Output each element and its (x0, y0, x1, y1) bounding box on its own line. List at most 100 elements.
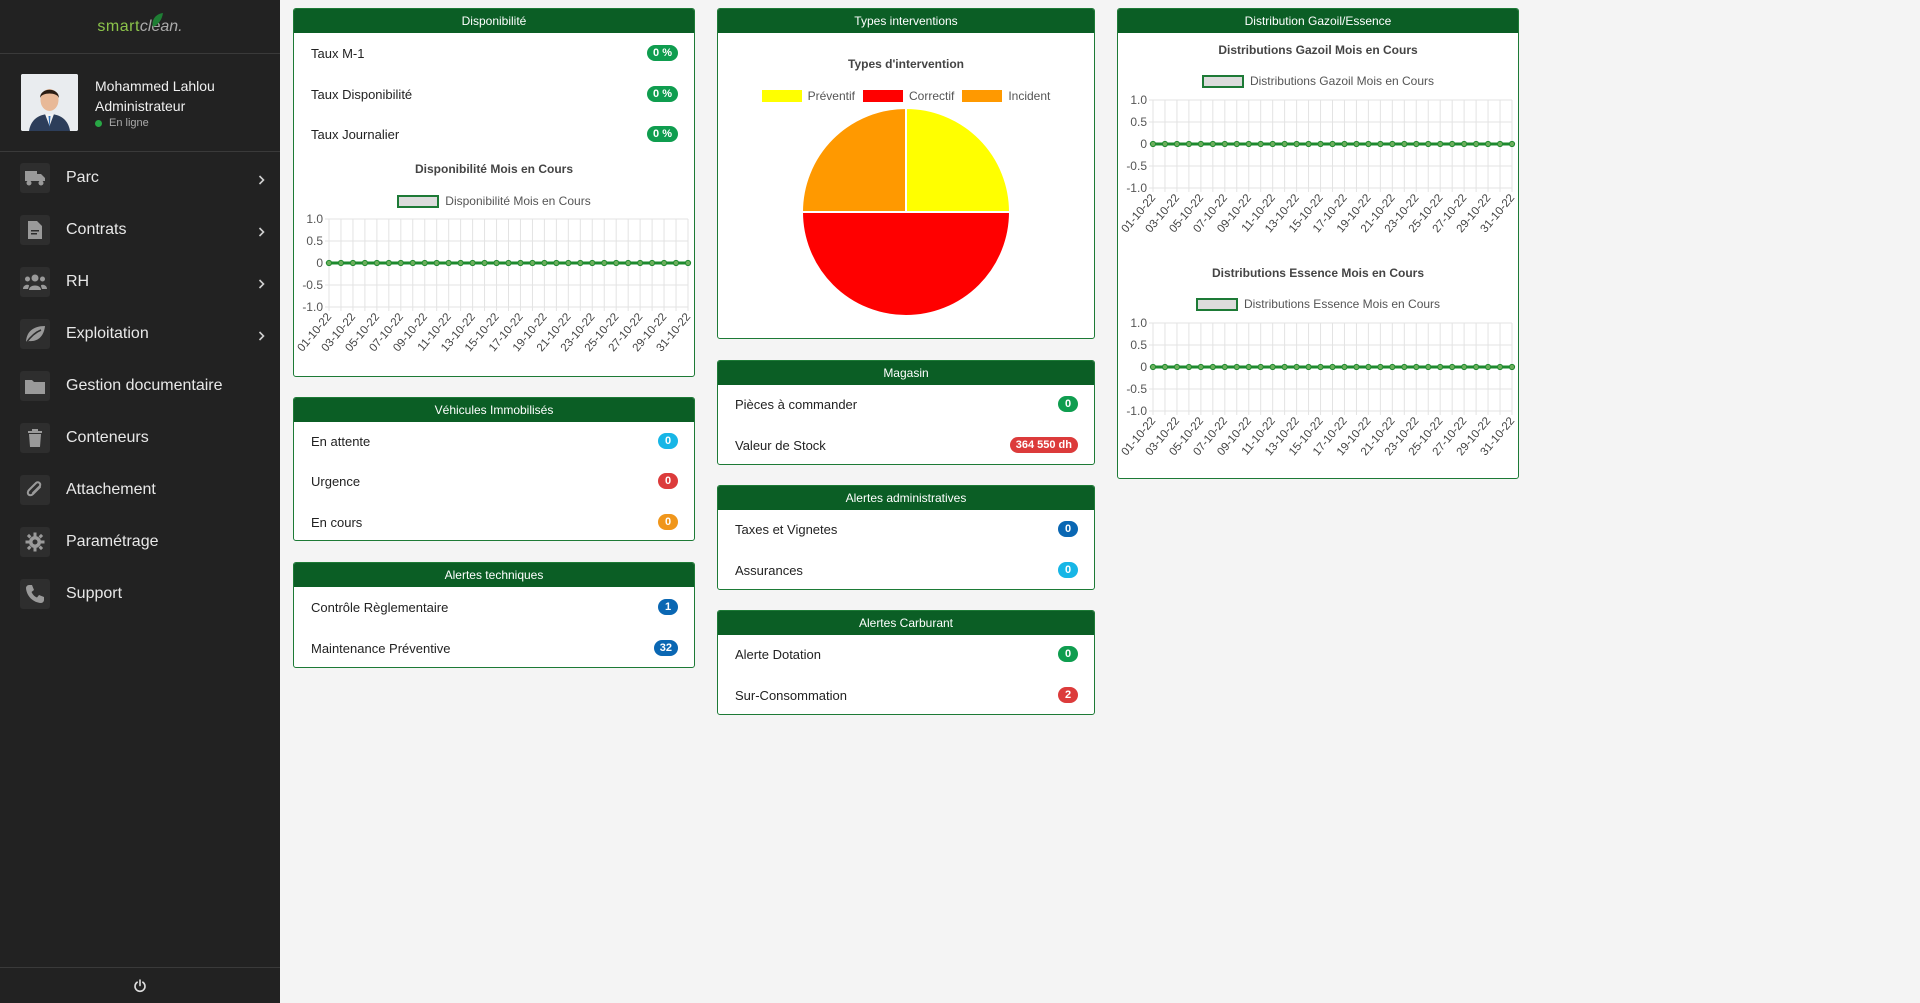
row-label: Contrôle Règlementaire (311, 599, 449, 615)
user-panel[interactable]: Mohammed Lahlou Administrateur En ligne (0, 54, 280, 152)
row-label: Taux Journalier (311, 126, 400, 142)
data-point (493, 259, 500, 267)
row-en-cours[interactable]: En cours 0 (311, 512, 678, 532)
row-maintenance-preventive[interactable]: Maintenance Préventive 32 (311, 638, 678, 658)
sidebar-item-parc[interactable]: Parc (0, 152, 280, 204)
pie-slice-incident[interactable] (800, 109, 907, 213)
legend-label: Disponibilité Mois en Cours (445, 194, 591, 208)
card-alertes-carburant: Alertes Carburant Alerte Dotation 0 Sur-… (717, 610, 1095, 715)
data-point (1461, 363, 1468, 371)
data-point (601, 259, 608, 267)
row-pieces-a-commander[interactable]: Pièces à commander 0 (735, 394, 1078, 414)
sidebar-item-label: Parc (66, 169, 99, 186)
user-role: Administrateur (95, 98, 186, 114)
app-logo[interactable]: smart clean. (0, 0, 280, 54)
sidebar-item-gestion-documentaire[interactable]: Gestion documentaire (0, 360, 280, 412)
data-point (1353, 363, 1360, 371)
chevron-right-icon (258, 224, 265, 242)
value-badge: 0 % (647, 86, 678, 102)
chart-title: Disponibilité Mois en Cours (414, 162, 573, 176)
data-point (1484, 363, 1492, 371)
pie-chart-title: Types d'intervention (848, 57, 964, 71)
legend-item-correctif[interactable]: Correctif (862, 89, 954, 103)
data-point (325, 259, 333, 267)
trash-icon (20, 423, 50, 453)
row-assurances[interactable]: Assurances 0 (735, 560, 1078, 580)
pie-slice-preventif[interactable] (905, 109, 1012, 213)
sidebar-item-rh[interactable]: RH (0, 256, 280, 308)
data-point (1473, 140, 1480, 148)
sidebar-item-param-trage[interactable]: Paramétrage (0, 516, 280, 568)
legend-item-preventif[interactable]: Préventif (761, 89, 855, 103)
data-point (421, 259, 428, 267)
data-point (1221, 363, 1228, 371)
data-point (637, 259, 644, 267)
avatar (21, 74, 78, 131)
data-point (1365, 140, 1372, 148)
data-point (1461, 140, 1468, 148)
data-point (1496, 140, 1504, 148)
data-point (684, 259, 692, 267)
data-point (1257, 140, 1264, 148)
sidebar-item-label: Attachement (66, 481, 156, 498)
sidebar-item-exploitation[interactable]: Exploitation (0, 308, 280, 360)
row-taxes-et-vignetes[interactable]: Taxes et Vignetes 0 (735, 519, 1078, 539)
data-point (1245, 140, 1252, 148)
row-controle-reglementaire[interactable]: Contrôle Règlementaire 1 (311, 597, 678, 617)
row-valeur-de-stock[interactable]: Valeur de Stock 364 550 dh (735, 435, 1078, 455)
legend-swatch (962, 90, 1003, 102)
y-tick-label: -0.5 (302, 278, 323, 292)
sidebar-item-attachement[interactable]: Attachement (0, 464, 280, 516)
data-point (1389, 363, 1396, 371)
data-point (1185, 140, 1193, 148)
y-tick-label: 1.0 (1130, 316, 1147, 330)
value-badge: 0 (1058, 562, 1078, 578)
truck-icon (20, 163, 50, 193)
data-point (541, 259, 548, 267)
chart-legend[interactable]: Disponibilité Mois en Cours (294, 194, 694, 208)
chart-legend-essence[interactable]: Distributions Essence Mois en Cours (1118, 297, 1518, 311)
sidebar-item-support[interactable]: Support (0, 568, 280, 620)
row-en-attente[interactable]: En attente 0 (311, 431, 678, 451)
data-point (361, 259, 369, 267)
data-point (1185, 363, 1193, 371)
card-vehicules-title: Véhicules Immobilisés (294, 398, 694, 422)
card-types-title: Types interventions (718, 9, 1094, 33)
pie-slice-correctif[interactable] (800, 211, 1012, 317)
y-tick-label: -1.0 (1126, 404, 1147, 418)
document-icon (20, 215, 50, 245)
card-alertes-tech-title: Alertes techniques (294, 563, 694, 587)
data-point (517, 259, 524, 267)
data-point (505, 259, 512, 267)
legend-label: Préventif (807, 89, 855, 103)
y-tick-label: -0.5 (1126, 159, 1147, 173)
card-distribution-title: Distribution Gazoil/Essence (1118, 9, 1518, 33)
sidebar-item-contrats[interactable]: Contrats (0, 204, 280, 256)
data-point (433, 259, 440, 267)
avatar-image (21, 74, 78, 131)
chevron-right-icon (258, 276, 265, 294)
data-point (457, 259, 464, 267)
online-dot-icon (95, 119, 102, 127)
legend-label: Incident (1008, 89, 1051, 103)
data-point (1365, 363, 1372, 371)
data-point (1293, 140, 1300, 148)
phone-icon (20, 579, 50, 609)
value-badge: 0 (658, 433, 678, 449)
data-point (1377, 363, 1384, 371)
card-distribution: Distribution Gazoil/Essence Distribution… (1117, 8, 1519, 479)
sidebar-item-conteneurs[interactable]: Conteneurs (0, 412, 280, 464)
data-point (1413, 140, 1420, 148)
chart-legend-gazoil[interactable]: Distributions Gazoil Mois en Cours (1118, 74, 1518, 88)
row-alerte-dotation[interactable]: Alerte Dotation 0 (735, 644, 1078, 664)
data-point (373, 259, 380, 267)
row-sur-consommation[interactable]: Sur-Consommation 2 (735, 685, 1078, 705)
sidebar-item-label: Contrats (66, 221, 127, 238)
value-badge: 0 (1058, 646, 1078, 662)
data-point (397, 259, 404, 267)
row-taux-disponibilite: Taux Disponibilité 0 % (311, 84, 678, 104)
data-point (481, 259, 488, 267)
row-urgence[interactable]: Urgence 0 (311, 471, 678, 491)
legend-item-incident[interactable]: Incident (962, 89, 1050, 103)
logout-button[interactable] (0, 967, 280, 1003)
